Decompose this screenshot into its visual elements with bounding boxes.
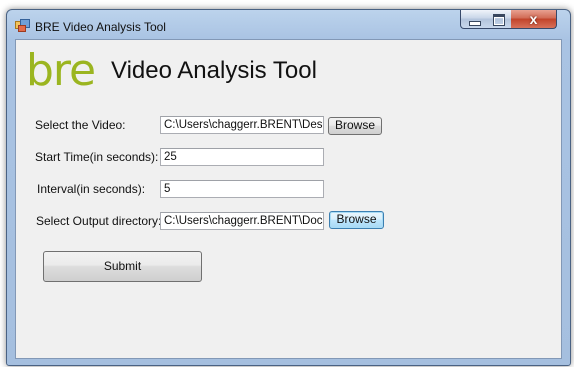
minimize-icon [469, 21, 481, 26]
minimize-button[interactable] [460, 10, 487, 29]
app-window-icon [15, 19, 31, 32]
maximize-button[interactable] [486, 10, 512, 29]
submit-button[interactable]: Submit [43, 251, 202, 282]
interval-input[interactable]: 5 [160, 180, 324, 198]
output-directory-label: Select Output directory: [36, 214, 162, 228]
maximize-icon [493, 14, 505, 26]
browse-output-button[interactable]: Browse [329, 211, 384, 229]
app-window: BRE Video Analysis Tool x bre Video Anal… [6, 9, 571, 366]
interval-label: Interval(in seconds): [37, 182, 146, 196]
close-button[interactable]: x [511, 10, 557, 29]
output-directory-input[interactable]: C:\Users\chaggerr.BRENT\Docum [160, 212, 324, 230]
form-client-area: bre Video Analysis Tool Select the Video… [15, 39, 562, 359]
window-title: BRE Video Analysis Tool [35, 20, 166, 34]
browse-video-button[interactable]: Browse [328, 117, 382, 135]
video-label: Select the Video: [35, 118, 126, 132]
title-bar[interactable]: BRE Video Analysis Tool x [7, 10, 570, 38]
start-time-label: Start Time(in seconds): [35, 150, 159, 164]
bre-logo: bre [26, 45, 96, 96]
video-path-input[interactable]: C:\Users\chaggerr.BRENT\Deskto [160, 116, 324, 134]
page-title: Video Analysis Tool [111, 57, 317, 84]
close-icon: x [529, 11, 538, 27]
start-time-input[interactable]: 25 [160, 148, 324, 166]
